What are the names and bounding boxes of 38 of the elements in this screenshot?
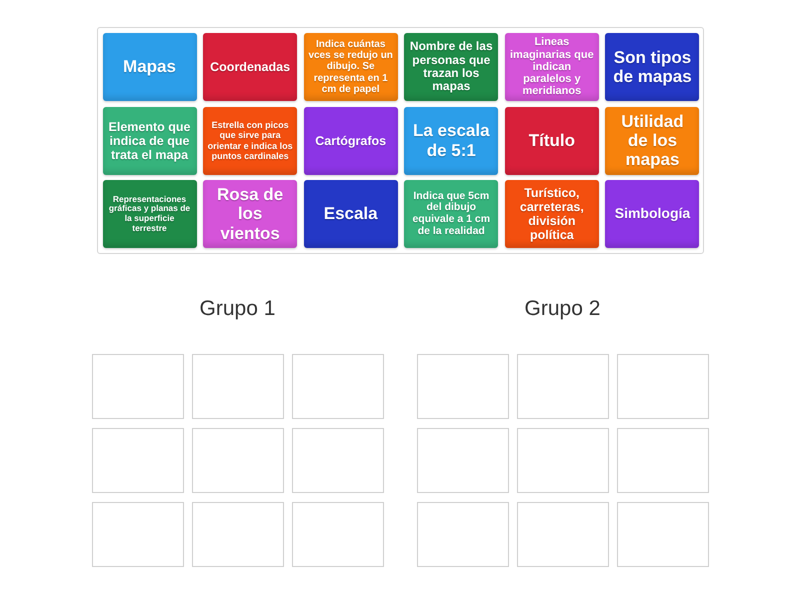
group-title: Grupo 2 <box>524 296 600 322</box>
answer-tile[interactable]: Coordenadas <box>203 33 298 101</box>
drop-slot[interactable] <box>292 354 384 419</box>
answer-tile[interactable]: Estrella con picos que sirve para orientar e indica los puntos cardinales <box>203 106 298 174</box>
drop-slot[interactable] <box>192 502 284 567</box>
drop-slot[interactable] <box>516 354 608 419</box>
answer-tile[interactable]: La escala de 5:1 <box>404 106 498 174</box>
answer-tile[interactable]: Escala <box>304 180 398 248</box>
drop-slot[interactable] <box>92 428 184 493</box>
drop-slot[interactable] <box>416 428 508 493</box>
answer-tile[interactable]: Representaciones gráficas y planas de la superficie terrestre <box>102 180 196 248</box>
drop-slot[interactable] <box>516 502 608 567</box>
answer-tile[interactable]: Son tipos de mapas <box>605 33 700 101</box>
answer-tile[interactable]: Turístico, carreteras, división política <box>504 180 599 248</box>
answer-tile[interactable]: Rosa de los vientos <box>203 180 298 248</box>
drop-slot[interactable] <box>616 354 708 419</box>
drop-slot[interactable] <box>616 428 708 493</box>
drop-slot[interactable] <box>192 354 284 419</box>
drop-slot[interactable] <box>616 502 708 567</box>
answer-tile[interactable]: Elemento que indica de que trata el mapa <box>102 106 196 174</box>
answer-tile[interactable]: Cartógrafos <box>304 106 398 174</box>
drop-slot[interactable] <box>192 428 284 493</box>
drop-slot[interactable] <box>92 354 184 419</box>
answer-tile[interactable]: Indica cuántas vces se redujo un dibujo. Se representa en 1 cm de papel <box>304 33 398 101</box>
drop-slot[interactable] <box>516 428 608 493</box>
group-title: Grupo 1 <box>200 296 276 322</box>
answer-tile[interactable]: Lineas imaginarias que indican paralelos y meridianos <box>504 33 599 101</box>
answer-tile[interactable]: Mapas <box>102 33 196 101</box>
drop-slot[interactable] <box>416 502 508 567</box>
drop-slot[interactable] <box>92 502 184 567</box>
answer-tile[interactable]: Nombre de las personas que trazan los mapas <box>404 33 498 101</box>
drop-slot[interactable] <box>416 354 508 419</box>
answer-tile[interactable]: Título <box>504 106 599 174</box>
answer-tile[interactable]: Indica que 5cm del dibujo equivale a 1 cm de la realidad <box>404 180 498 248</box>
answer-tile[interactable]: Simbología <box>605 180 700 248</box>
drop-slot[interactable] <box>292 502 384 567</box>
answer-tile[interactable]: Utilidad de los mapas <box>605 106 700 174</box>
drop-slot[interactable] <box>292 428 384 493</box>
